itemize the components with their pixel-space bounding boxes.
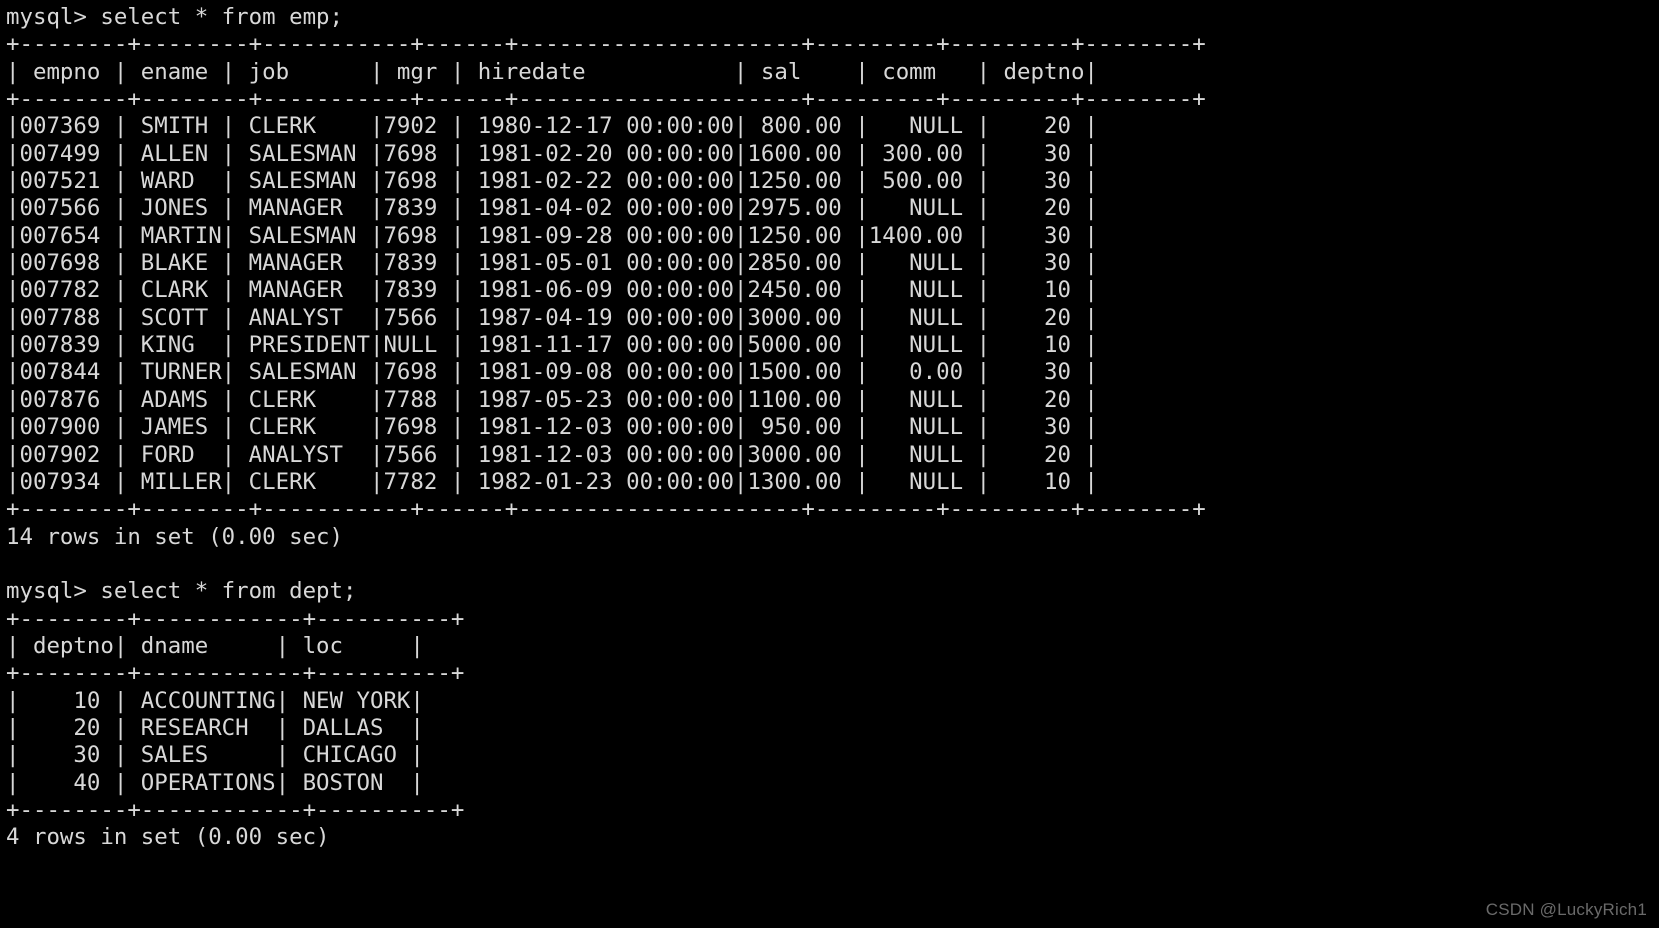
terminal-line-15: |007900 | JAMES | CLERK |7698 | 1981-12-…: [6, 414, 1098, 441]
terminal-line-22: +--------+------------+----------+: [6, 605, 465, 632]
terminal-line-24: +--------+------------+----------+: [6, 660, 465, 687]
terminal-line-16: |007902 | FORD | ANALYST |7566 | 1981-12…: [6, 441, 1098, 468]
terminal-line-14: |007876 | ADAMS | CLERK |7788 | 1987-05-…: [6, 386, 1098, 413]
terminal-line-0: mysql> select * from emp;: [6, 4, 344, 30]
terminal-line-17: |007934 | MILLER| CLERK |7782 | 1982-01-…: [6, 468, 1098, 495]
terminal-line-30: 4 rows in set (0.00 sec): [6, 824, 330, 851]
terminal-line-1: +--------+--------+-----------+------+--…: [6, 31, 1206, 58]
terminal-line-12: |007839 | KING | PRESIDENT|NULL | 1981-1…: [6, 332, 1098, 359]
terminal-line-23: | deptno| dname | loc |: [6, 632, 424, 659]
terminal-line-26: | 20 | RESEARCH | DALLAS |: [6, 714, 424, 741]
terminal-line-27: | 30 | SALES | CHICAGO |: [6, 742, 424, 769]
terminal-line-2: | empno | ename | job | mgr | hiredate |…: [6, 58, 1098, 85]
terminal-line-3: +--------+--------+-----------+------+--…: [6, 86, 1206, 113]
terminal-line-10: |007782 | CLARK | MANAGER |7839 | 1981-0…: [6, 277, 1098, 304]
terminal-output: mysql> select * from emp; +--------+-----…: [0, 0, 1659, 928]
terminal-line-25: | 10 | ACCOUNTING| NEW YORK|: [6, 687, 424, 714]
terminal-line-9: |007698 | BLAKE | MANAGER |7839 | 1981-0…: [6, 250, 1098, 277]
terminal-line-20: [6, 551, 1659, 578]
terminal-line-28: | 40 | OPERATIONS| BOSTON |: [6, 769, 424, 796]
terminal-line-8: |007654 | MARTIN| SALESMAN |7698 | 1981-…: [6, 222, 1098, 249]
terminal-line-19: 14 rows in set (0.00 sec): [6, 523, 344, 550]
terminal-line-13: |007844 | TURNER| SALESMAN |7698 | 1981-…: [6, 359, 1098, 386]
terminal-line-21: mysql> select * from dept;: [6, 578, 357, 605]
terminal-line-11: |007788 | SCOTT | ANALYST |7566 | 1987-0…: [6, 304, 1098, 331]
terminal-line-5: |007499 | ALLEN | SALESMAN |7698 | 1981-…: [6, 140, 1098, 167]
terminal-line-29: +--------+------------+----------+: [6, 796, 465, 823]
terminal-line-7: |007566 | JONES | MANAGER |7839 | 1981-0…: [6, 195, 1098, 222]
terminal-line-4: |007369 | SMITH | CLERK |7902 | 1980-12-…: [6, 113, 1098, 140]
terminal-line-6: |007521 | WARD | SALESMAN |7698 | 1981-0…: [6, 168, 1098, 195]
terminal-line-18: +--------+--------+-----------+------+--…: [6, 496, 1206, 523]
watermark: CSDN @LuckyRich1: [1485, 900, 1647, 919]
